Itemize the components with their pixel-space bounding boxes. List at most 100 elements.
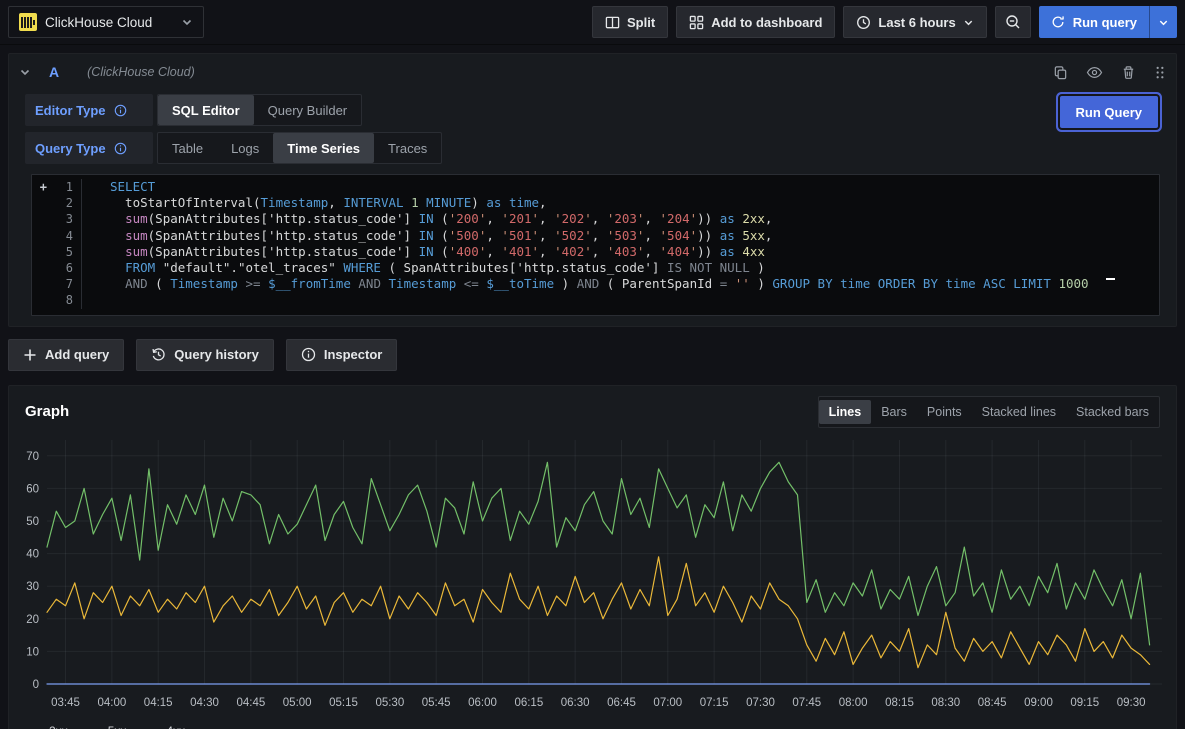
run-query-split-button[interactable]: Run query: [1039, 6, 1177, 38]
y-tick-label: 10: [26, 646, 39, 658]
sql-line-6[interactable]: FROM "default"."otel_traces" WHERE ( Spa…: [110, 260, 1159, 276]
add-query-button[interactable]: Add query: [8, 339, 124, 371]
sql-code-editor[interactable]: 1+2345678 SELECT toStartOfInterval(Times…: [31, 174, 1160, 316]
sql-token: (SpanAttributes['http.status_code']: [148, 244, 419, 259]
query-row-header: A (ClickHouse Cloud): [9, 54, 1176, 90]
x-tick-label: 04:30: [190, 697, 219, 709]
y-tick-label: 70: [26, 450, 39, 462]
clickhouse-logo-icon: [19, 13, 37, 31]
time-series-chart[interactable]: 01020304050607003:4504:0004:1504:3004:45…: [17, 434, 1168, 720]
sql-token: ': [554, 211, 562, 226]
option-stacked-lines[interactable]: Stacked lines: [972, 400, 1066, 424]
add-to-dashboard-button[interactable]: Add to dashboard: [676, 6, 835, 38]
sql-token: 503: [614, 228, 637, 243]
sql-line-7[interactable]: AND ( Timestamp >= $__fromTime AND Times…: [110, 276, 1159, 292]
x-tick-label: 06:30: [561, 697, 590, 709]
inspector-button[interactable]: Inspector: [286, 339, 398, 371]
query-ref-id[interactable]: A: [49, 64, 59, 80]
add-query-label: Add query: [45, 347, 109, 362]
drag-handle-icon[interactable]: [1154, 65, 1166, 80]
x-tick-label: 05:00: [283, 697, 312, 709]
sql-token: 202: [562, 211, 585, 226]
option-table[interactable]: Table: [158, 133, 217, 163]
sql-token: ': [501, 244, 509, 259]
datasource-picker[interactable]: ClickHouse Cloud: [8, 6, 204, 38]
datasource-name: ClickHouse Cloud: [45, 15, 173, 30]
sql-token: )): [697, 211, 720, 226]
zoom-out-button[interactable]: [995, 6, 1031, 38]
sql-line-8[interactable]: [110, 292, 1159, 308]
run-query-label: Run query: [1073, 15, 1137, 30]
split-button[interactable]: Split: [592, 6, 668, 38]
info-circle-icon: [301, 347, 316, 362]
sql-token: WHERE: [343, 260, 381, 275]
sql-token: sum: [125, 244, 148, 259]
graph-panel: Graph LinesBarsPointsStacked linesStacke…: [8, 385, 1177, 729]
option-time-series[interactable]: Time Series: [273, 133, 374, 163]
sql-token: time: [509, 195, 539, 210]
sql-token: ): [554, 276, 577, 291]
x-tick-label: 07:45: [792, 697, 821, 709]
sql-token: 203: [614, 211, 637, 226]
sql-token: time: [946, 276, 976, 291]
sql-token: 2xx: [742, 211, 765, 226]
sql-token: MINUTE: [426, 195, 471, 210]
sql-token: ,: [592, 211, 607, 226]
option-traces[interactable]: Traces: [374, 133, 441, 163]
x-tick-label: 09:15: [1070, 697, 1099, 709]
sql-token: (SpanAttributes['http.status_code']: [148, 228, 419, 243]
option-lines[interactable]: Lines: [819, 400, 872, 424]
legend-label-4xx: 4xx: [166, 724, 185, 729]
sql-token: GROUP BY: [772, 276, 832, 291]
info-circle-icon[interactable]: [114, 142, 127, 155]
query-history-button[interactable]: Query history: [136, 339, 274, 371]
option-sql-editor[interactable]: SQL Editor: [158, 95, 254, 125]
add-line-plus-icon[interactable]: +: [40, 179, 47, 195]
sql-token: AND: [125, 276, 148, 291]
option-stacked-bars[interactable]: Stacked bars: [1066, 400, 1159, 424]
option-bars[interactable]: Bars: [871, 400, 917, 424]
x-tick-label: 06:45: [607, 697, 636, 709]
x-tick-label: 07:30: [746, 697, 775, 709]
sql-token: [110, 260, 125, 275]
text-cursor: [1106, 278, 1115, 280]
sql-token: ': [660, 211, 668, 226]
split-panes-icon: [605, 15, 620, 30]
sql-token: [938, 276, 946, 291]
collapse-chevron-icon[interactable]: [19, 66, 31, 78]
legend-item-5xx[interactable]: 5xx: [86, 724, 127, 729]
run-query-caret[interactable]: [1149, 6, 1177, 38]
sql-token: IN: [419, 211, 434, 226]
sql-token: ,: [539, 228, 554, 243]
sql-token: ,: [644, 228, 659, 243]
sql-line-2[interactable]: toStartOfInterval(Timestamp, INTERVAL 1 …: [110, 195, 1159, 211]
sql-line-1[interactable]: SELECT: [110, 179, 1159, 195]
legend-item-2xx[interactable]: 2xx: [27, 724, 68, 729]
sql-token: INTERVAL: [343, 195, 403, 210]
sql-token: IN: [419, 244, 434, 259]
query-type-label-text: Query Type: [35, 141, 106, 156]
option-logs[interactable]: Logs: [217, 133, 273, 163]
sql-token: ': [554, 228, 562, 243]
copy-icon[interactable]: [1053, 65, 1068, 80]
sql-line-5[interactable]: sum(SpanAttributes['http.status_code'] I…: [110, 244, 1159, 260]
sql-token: 1000: [1058, 276, 1088, 291]
sql-code-lines[interactable]: SELECT toStartOfInterval(Timestamp, INTE…: [82, 179, 1159, 309]
eye-icon[interactable]: [1086, 65, 1103, 80]
y-tick-label: 50: [26, 515, 39, 527]
option-query-builder[interactable]: Query Builder: [254, 95, 361, 125]
option-points[interactable]: Points: [917, 400, 972, 424]
info-circle-icon[interactable]: [114, 104, 127, 117]
sql-line-4[interactable]: sum(SpanAttributes['http.status_code'] I…: [110, 228, 1159, 244]
x-tick-label: 05:15: [329, 697, 358, 709]
time-range-picker[interactable]: Last 6 hours: [843, 6, 986, 38]
sql-token: ORDER BY: [878, 276, 938, 291]
sql-line-3[interactable]: sum(SpanAttributes['http.status_code'] I…: [110, 211, 1159, 227]
trash-icon[interactable]: [1121, 65, 1136, 80]
legend-item-4xx[interactable]: 4xx: [144, 724, 185, 729]
sql-token: 402: [562, 244, 585, 259]
sql-token: [833, 276, 841, 291]
run-query-editor-button[interactable]: Run Query: [1060, 96, 1158, 128]
editor-gutter: 1+2345678: [32, 179, 82, 309]
sql-token: (: [148, 276, 171, 291]
